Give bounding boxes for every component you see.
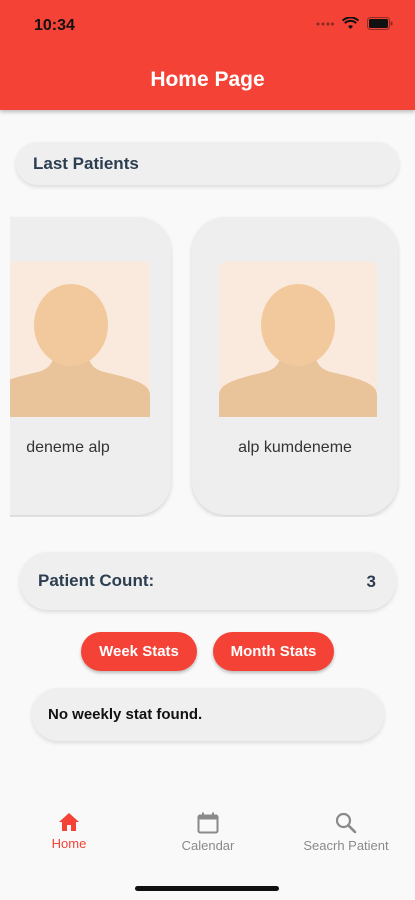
patient-name: alp kumdeneme: [238, 439, 352, 456]
nav-search-patient[interactable]: Seacrh Patient: [286, 812, 406, 853]
person-placeholder-icon: [10, 261, 150, 417]
patient-count-box: Patient Count: 3: [20, 552, 396, 610]
app-bar: 10:34 Home Page: [0, 0, 415, 110]
battery-icon: [367, 17, 393, 30]
stats-message-box: No weekly stat found.: [32, 688, 384, 741]
last-patients-title: Last Patients: [33, 154, 139, 173]
patient-count-value: 3: [366, 572, 376, 591]
page-title: Home Page: [150, 68, 265, 91]
patient-name: deneme alp: [26, 439, 110, 456]
nav-calendar[interactable]: Calendar: [148, 812, 268, 853]
wifi-icon: [342, 17, 359, 29]
calendar-icon: [197, 812, 219, 834]
nav-search-label: Seacrh Patient: [303, 838, 389, 853]
nav-home-label: Home: [51, 836, 87, 851]
status-icons: [316, 17, 393, 30]
patient-card[interactable]: deneme alp: [10, 217, 171, 515]
empty-stats-message: No weekly stat found.: [48, 706, 203, 723]
search-icon: [335, 812, 357, 834]
status-time: 10:34: [34, 17, 75, 34]
patients-carousel[interactable]: deneme alp alp kumdeneme: [10, 215, 415, 517]
person-placeholder-icon: [219, 261, 377, 417]
last-patients-header: Last Patients: [16, 142, 399, 185]
nav-calendar-label: Calendar: [181, 838, 235, 853]
patient-card[interactable]: alp kumdeneme: [192, 217, 398, 515]
home-icon: [59, 813, 79, 831]
bottom-navigation: Home Calendar Seacrh Patient: [0, 800, 415, 900]
nav-home[interactable]: Home: [9, 812, 129, 851]
week-stats-button[interactable]: Week Stats: [81, 632, 197, 671]
month-stats-button[interactable]: Month Stats: [213, 632, 334, 671]
patient-count-label: Patient Count:: [38, 571, 155, 590]
home-indicator[interactable]: [135, 886, 279, 891]
signal-icon: [316, 22, 334, 25]
